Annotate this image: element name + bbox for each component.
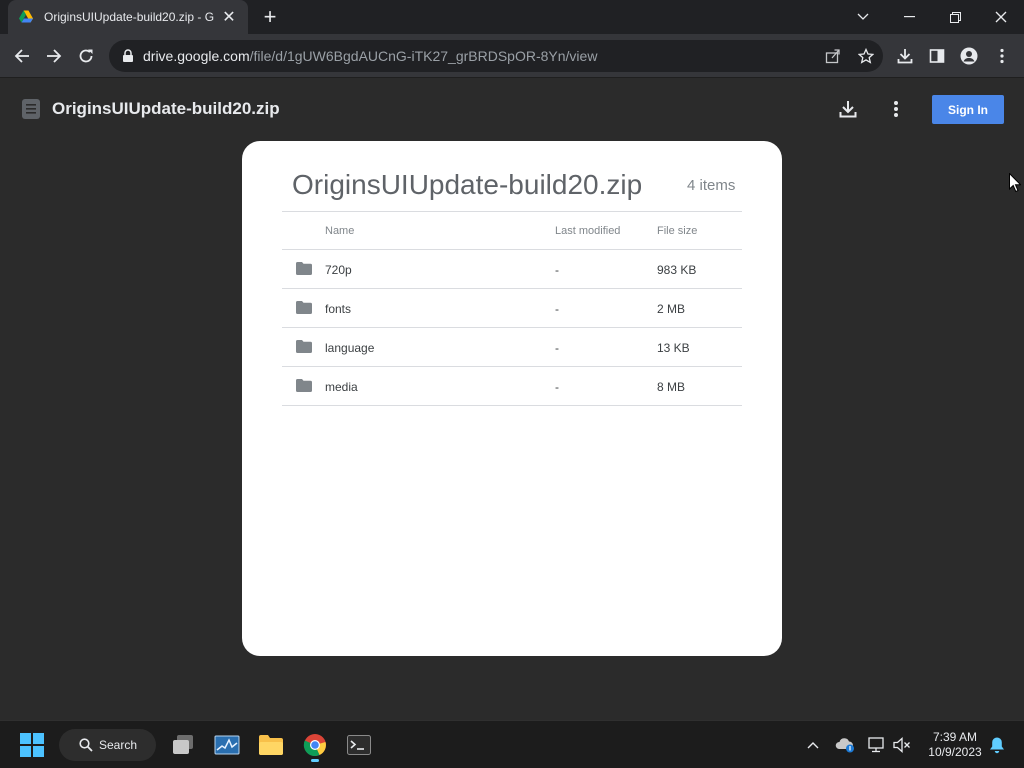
row-modified: - — [555, 263, 559, 277]
network-icon[interactable] — [865, 733, 889, 757]
row-name: fonts — [325, 302, 352, 316]
table-row[interactable]: fonts - 2 MB — [282, 289, 742, 328]
windows-start-icon[interactable] — [16, 729, 48, 761]
reload-icon[interactable] — [72, 42, 100, 70]
google-drive-icon — [19, 10, 33, 23]
mouse-cursor-icon — [1009, 173, 1021, 193]
row-modified: - — [555, 302, 559, 316]
row-modified: - — [555, 380, 559, 394]
taskbar: Search 7:39 AM 10/9/2023 — [0, 720, 1024, 768]
back-icon[interactable] — [8, 42, 36, 70]
zip-contents-table: Name Last modified File size 720p - 983 … — [282, 211, 742, 406]
tab-strip: OriginsUIUpdate-build20.zip - G ✕ + — [0, 0, 1024, 34]
lock-icon[interactable] — [121, 49, 135, 63]
url-path: /file/d/1gUW6BgdAUCnG-iTK27_grBRDSpOR-8Y… — [249, 48, 598, 64]
row-name: media — [325, 380, 358, 394]
row-size: 13 KB — [657, 341, 690, 355]
file-explorer-icon[interactable] — [255, 729, 287, 761]
table-row[interactable]: 720p - 983 KB — [282, 250, 742, 289]
downloads-icon[interactable] — [891, 42, 919, 70]
zip-preview-card: OriginsUIUpdate-build20.zip 4 items Name… — [242, 141, 782, 656]
taskbar-search-button[interactable]: Search — [59, 729, 156, 761]
chevron-up-icon[interactable] — [801, 733, 825, 757]
chrome-taskbar-icon[interactable] — [299, 729, 331, 762]
clock-date: 10/9/2023 — [928, 745, 982, 759]
tab-close-icon[interactable]: ✕ — [220, 8, 238, 26]
close-window-icon[interactable] — [978, 0, 1024, 34]
folder-icon — [296, 340, 312, 353]
minimize-icon[interactable] — [886, 0, 932, 34]
bookmark-star-icon[interactable] — [852, 40, 880, 72]
url-host: drive.google.com — [143, 48, 250, 64]
restore-icon[interactable] — [932, 0, 978, 34]
row-name: language — [325, 341, 375, 355]
table-row[interactable]: language - 13 KB — [282, 328, 742, 367]
browser-toolbar: drive.google.com/file/d/1gUW6BgdAUCnG-iT… — [0, 34, 1024, 78]
system-clock[interactable]: 7:39 AM 10/9/2023 — [920, 730, 990, 760]
item-count: 4 items — [687, 177, 736, 194]
folder-icon — [296, 301, 312, 314]
download-icon[interactable] — [834, 95, 862, 123]
sign-in-button[interactable]: Sign In — [932, 95, 1004, 124]
row-size: 8 MB — [657, 380, 686, 394]
share-icon[interactable] — [819, 40, 847, 72]
drive-header: OriginsUIUpdate-build20.zip Sign In — [0, 78, 1024, 140]
task-view-icon[interactable] — [167, 729, 199, 761]
row-name: 720p — [325, 263, 352, 277]
profile-icon[interactable] — [955, 42, 983, 70]
more-options-icon[interactable] — [882, 95, 910, 123]
row-size: 983 KB — [657, 263, 697, 277]
address-bar[interactable]: drive.google.com/file/d/1gUW6BgdAUCnG-iT… — [109, 40, 883, 72]
table-row[interactable]: media - 8 MB — [282, 367, 742, 406]
tab-search-icon[interactable] — [840, 0, 886, 34]
folder-icon — [296, 379, 312, 392]
terminal-icon[interactable] — [343, 729, 375, 761]
archive-file-icon — [22, 99, 40, 119]
menu-kebab-icon[interactable] — [988, 42, 1016, 70]
clock-time: 7:39 AM — [932, 730, 978, 744]
column-header-size: File size — [657, 225, 698, 237]
zip-title: OriginsUIUpdate-build20.zip — [292, 169, 643, 200]
search-label: Search — [99, 738, 138, 752]
column-header-modified: Last modified — [555, 225, 621, 237]
column-header-name: Name — [325, 225, 355, 237]
folder-icon — [296, 262, 312, 275]
row-size: 2 MB — [657, 302, 686, 316]
notification-bell-icon[interactable] — [985, 733, 1009, 757]
search-icon — [79, 738, 93, 752]
file-title: OriginsUIUpdate-build20.zip — [52, 99, 280, 118]
volume-muted-icon[interactable] — [890, 733, 914, 757]
performance-monitor-icon[interactable] — [211, 729, 243, 761]
forward-icon[interactable] — [40, 42, 68, 70]
active-app-indicator — [311, 759, 319, 762]
table-header: Name Last modified File size — [282, 211, 742, 250]
onedrive-icon[interactable] — [833, 733, 857, 757]
tab-title: OriginsUIUpdate-build20.zip - G — [44, 10, 214, 24]
side-panel-icon[interactable] — [923, 42, 951, 70]
row-modified: - — [555, 341, 559, 355]
browser-tab[interactable]: OriginsUIUpdate-build20.zip - G ✕ — [8, 0, 248, 34]
new-tab-button[interactable]: + — [258, 5, 282, 29]
